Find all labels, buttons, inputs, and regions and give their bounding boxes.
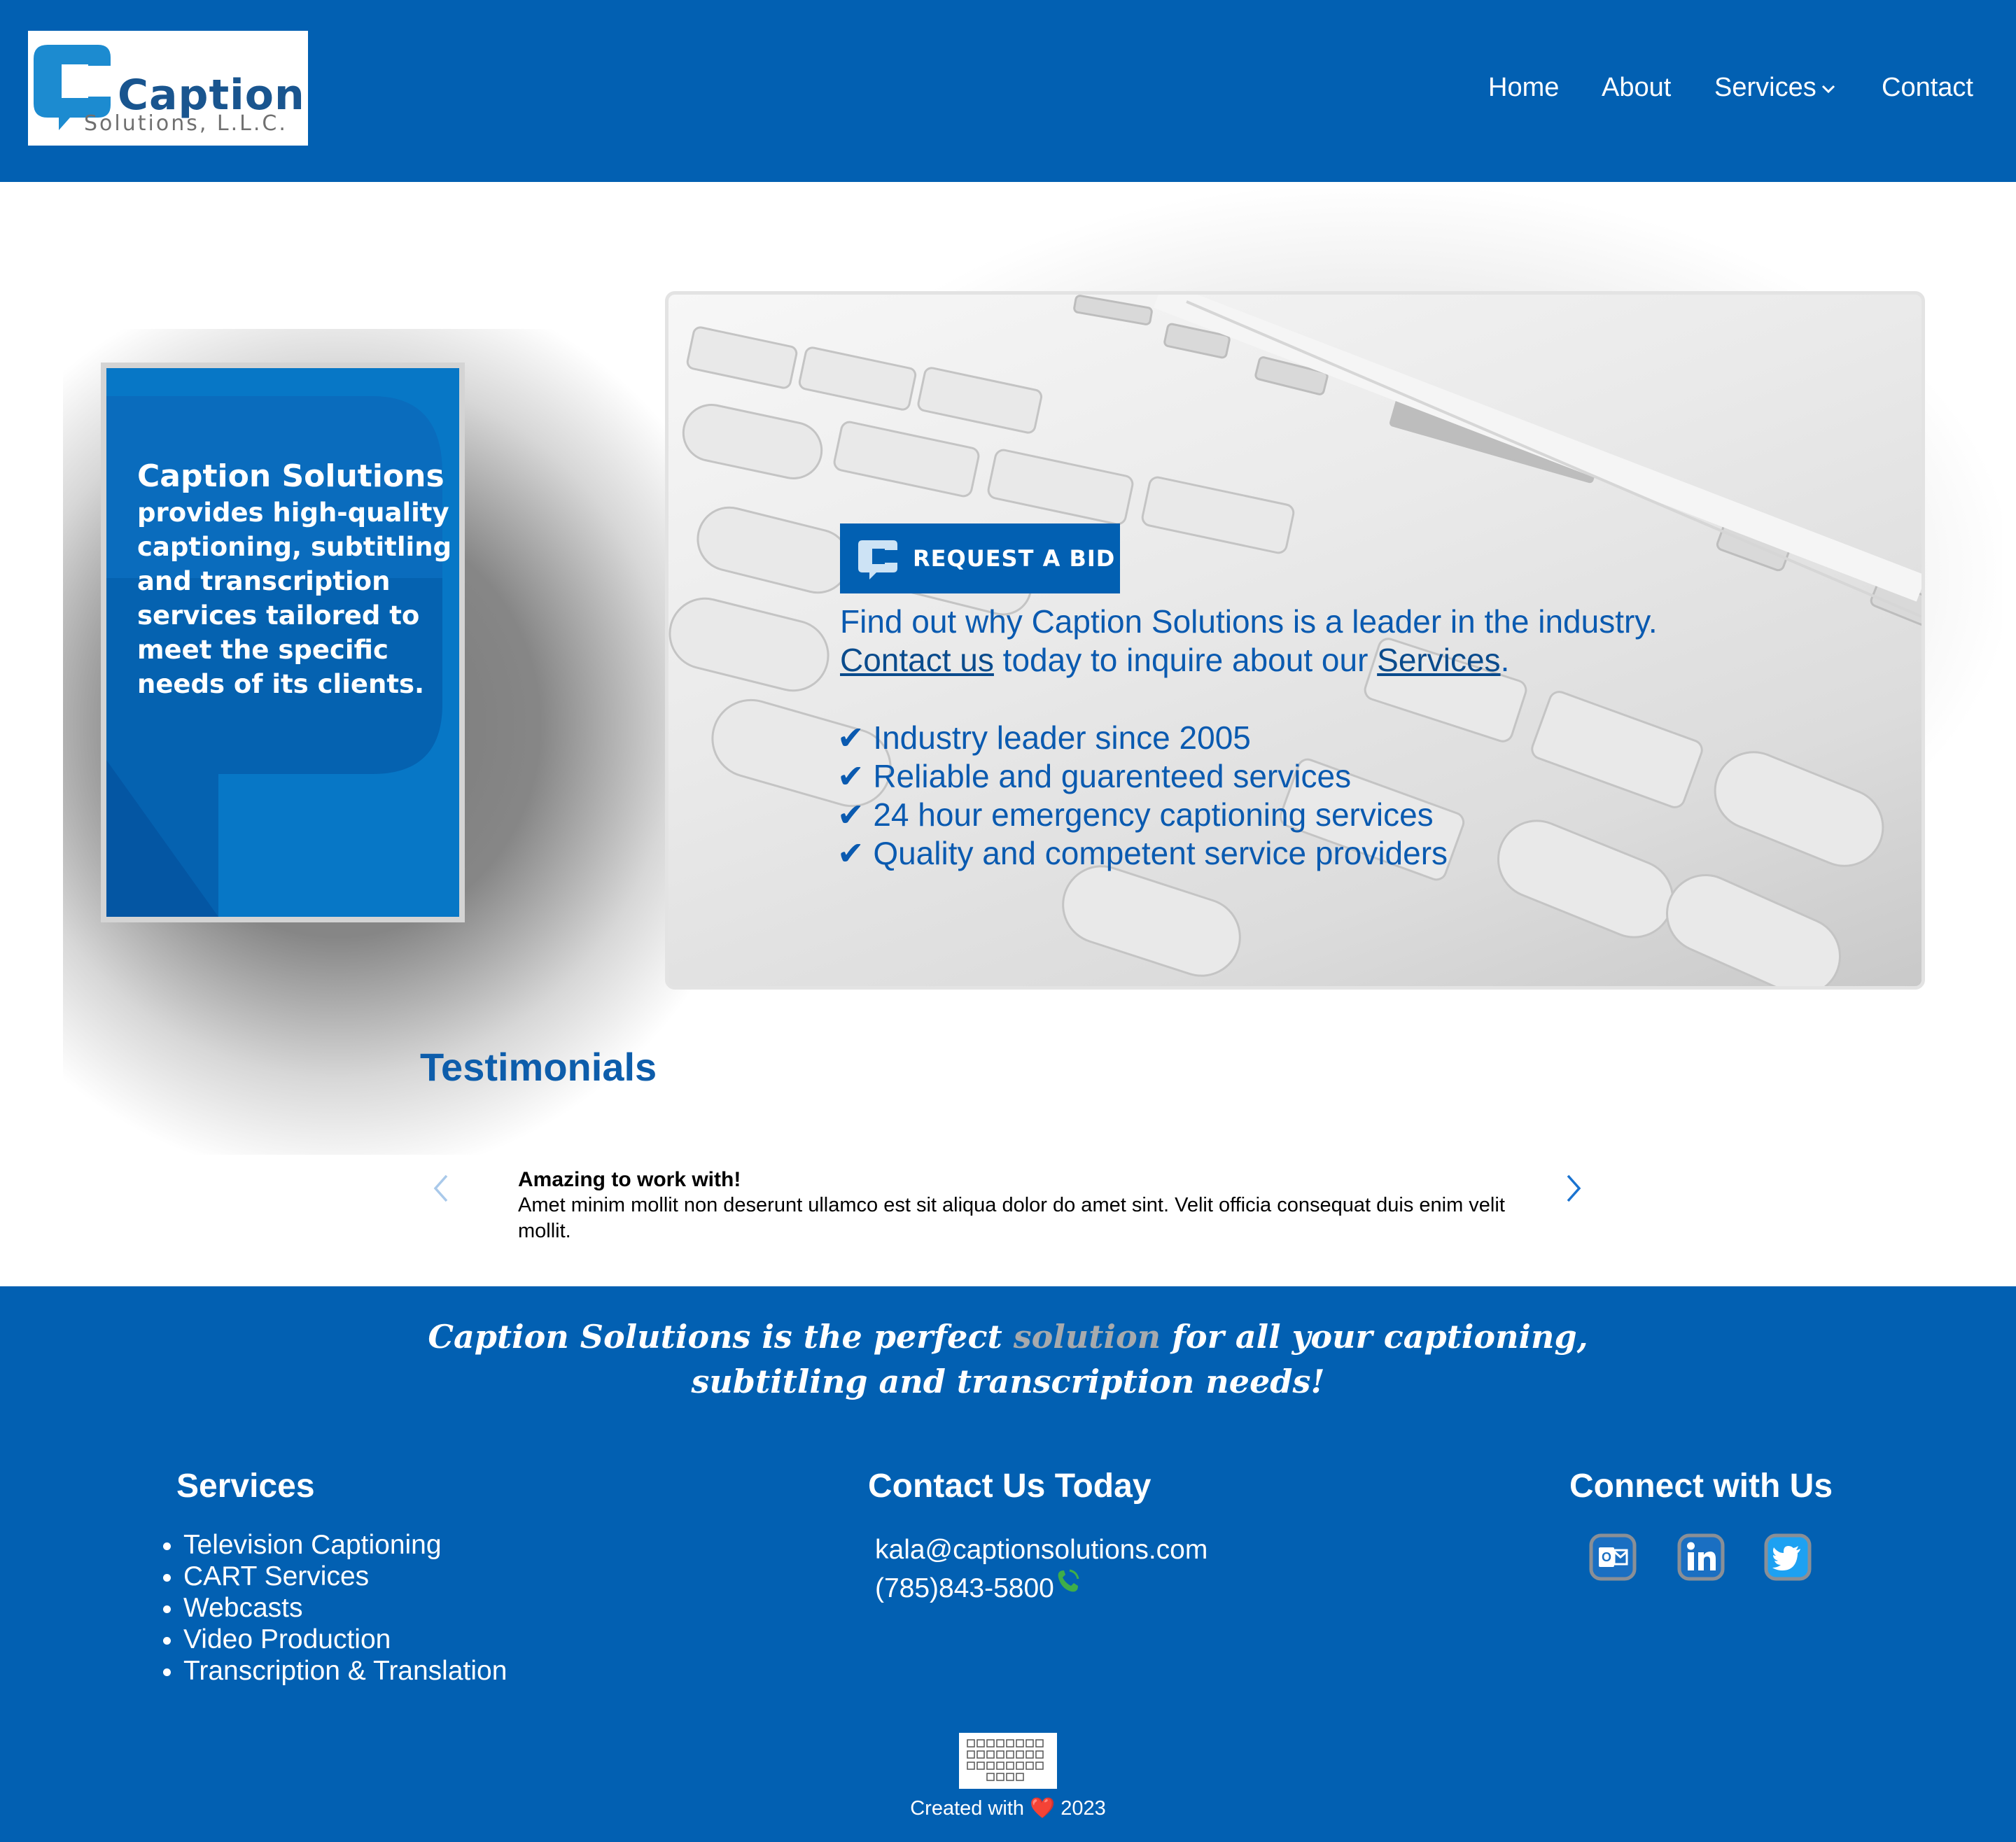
footer-credit: Created with ❤️ 2023: [0, 1794, 2016, 1822]
poster-lead: Caption Solutions: [137, 458, 444, 494]
footer-service-item[interactable]: Video Production: [183, 1624, 507, 1655]
nav-contact[interactable]: Contact: [1882, 70, 1973, 105]
chevron-right-icon[interactable]: [1564, 1173, 1583, 1204]
tagline-line-2: subtitling and transcription needs!: [691, 1363, 1325, 1400]
request-bid-button[interactable]: REQUEST A BID: [840, 523, 1120, 593]
logo-subtitle: Solutions, L.L.C.: [84, 111, 288, 136]
footer-contact-title: Contact Us Today: [868, 1468, 1152, 1505]
logo-wordmark: Caption: [118, 71, 305, 120]
chevron-left-icon[interactable]: [431, 1173, 451, 1204]
testimonial-body: Amet minim mollit non deserunt ullamco e…: [518, 1194, 1505, 1242]
nav-home[interactable]: Home: [1488, 70, 1559, 105]
tagline-highlight: solution: [1013, 1318, 1161, 1356]
testimonials-title: Testimonials: [420, 1045, 657, 1089]
contact-us-link[interactable]: Contact us: [840, 642, 994, 678]
twitter-icon[interactable]: [1764, 1533, 1812, 1581]
poster-text: Caption Solutions provides high-quality …: [137, 458, 452, 701]
footer-phone-link[interactable]: (785)843-5800: [875, 1571, 1054, 1606]
services-link[interactable]: Services: [1377, 642, 1500, 678]
heart-icon: ❤️: [1030, 1797, 1056, 1820]
footer-tagline: Caption Solutions is the perfect solutio…: [0, 1314, 2016, 1404]
request-bid-label: REQUEST A BID: [913, 545, 1116, 572]
testimonial-headline: Amazing to work with!: [518, 1168, 741, 1191]
outlook-icon[interactable]: O: [1589, 1533, 1637, 1581]
footer-services-list: Television Captioning CART Services Webc…: [153, 1529, 507, 1687]
hero-line-2-mid: today to inquire about our: [993, 642, 1378, 678]
credit-year: 2023: [1055, 1797, 1106, 1820]
feature-item: ✔ Industry leader since 2005: [837, 719, 1251, 756]
hero-line-1: Find out why Caption Solutions is a lead…: [840, 603, 1658, 640]
hero-line-2: Contact us today to inquire about our Se…: [840, 640, 1509, 680]
feature-item: ✔ Quality and competent service provider…: [837, 835, 1448, 871]
feature-item: ✔ 24 hour emergency captioning services: [837, 796, 1434, 833]
chevron-down-icon: [1821, 85, 1835, 94]
footer-service-item[interactable]: CART Services: [183, 1561, 507, 1592]
site-logo[interactable]: Caption Solutions, L.L.C.: [28, 31, 308, 146]
nav-services-label: Services: [1714, 73, 1816, 102]
tagline-post: for all your captioning,: [1161, 1318, 1588, 1356]
footer-services-title: Services: [176, 1468, 315, 1505]
footer-service-item[interactable]: Transcription & Translation: [183, 1655, 507, 1687]
nav-services[interactable]: Services: [1714, 70, 1836, 105]
keyboard-badge-icon: [959, 1733, 1057, 1789]
footer-connect-title: Connect with Us: [1569, 1468, 1833, 1505]
intro-poster: Caption Solutions provides high-quality …: [101, 363, 465, 922]
svg-text:O: O: [1602, 1550, 1611, 1564]
credit-pre: Created with: [910, 1797, 1030, 1820]
linkedin-icon[interactable]: [1677, 1533, 1725, 1581]
hero-line-2-end: .: [1500, 642, 1510, 678]
footer-email-link[interactable]: kala@captionsolutions.com: [875, 1533, 1208, 1568]
footer-service-item[interactable]: Webcasts: [183, 1592, 507, 1624]
caption-c-icon: [858, 540, 897, 579]
poster-body: provides high-quality captioning, subtit…: [137, 498, 452, 699]
footer-service-item[interactable]: Television Captioning: [183, 1529, 507, 1561]
tagline-pre: Caption Solutions is the perfect: [428, 1318, 1014, 1356]
feature-item: ✔ Reliable and guarenteed services: [837, 758, 1352, 794]
phone-icon: [1058, 1569, 1079, 1592]
nav-about[interactable]: About: [1602, 70, 1671, 105]
